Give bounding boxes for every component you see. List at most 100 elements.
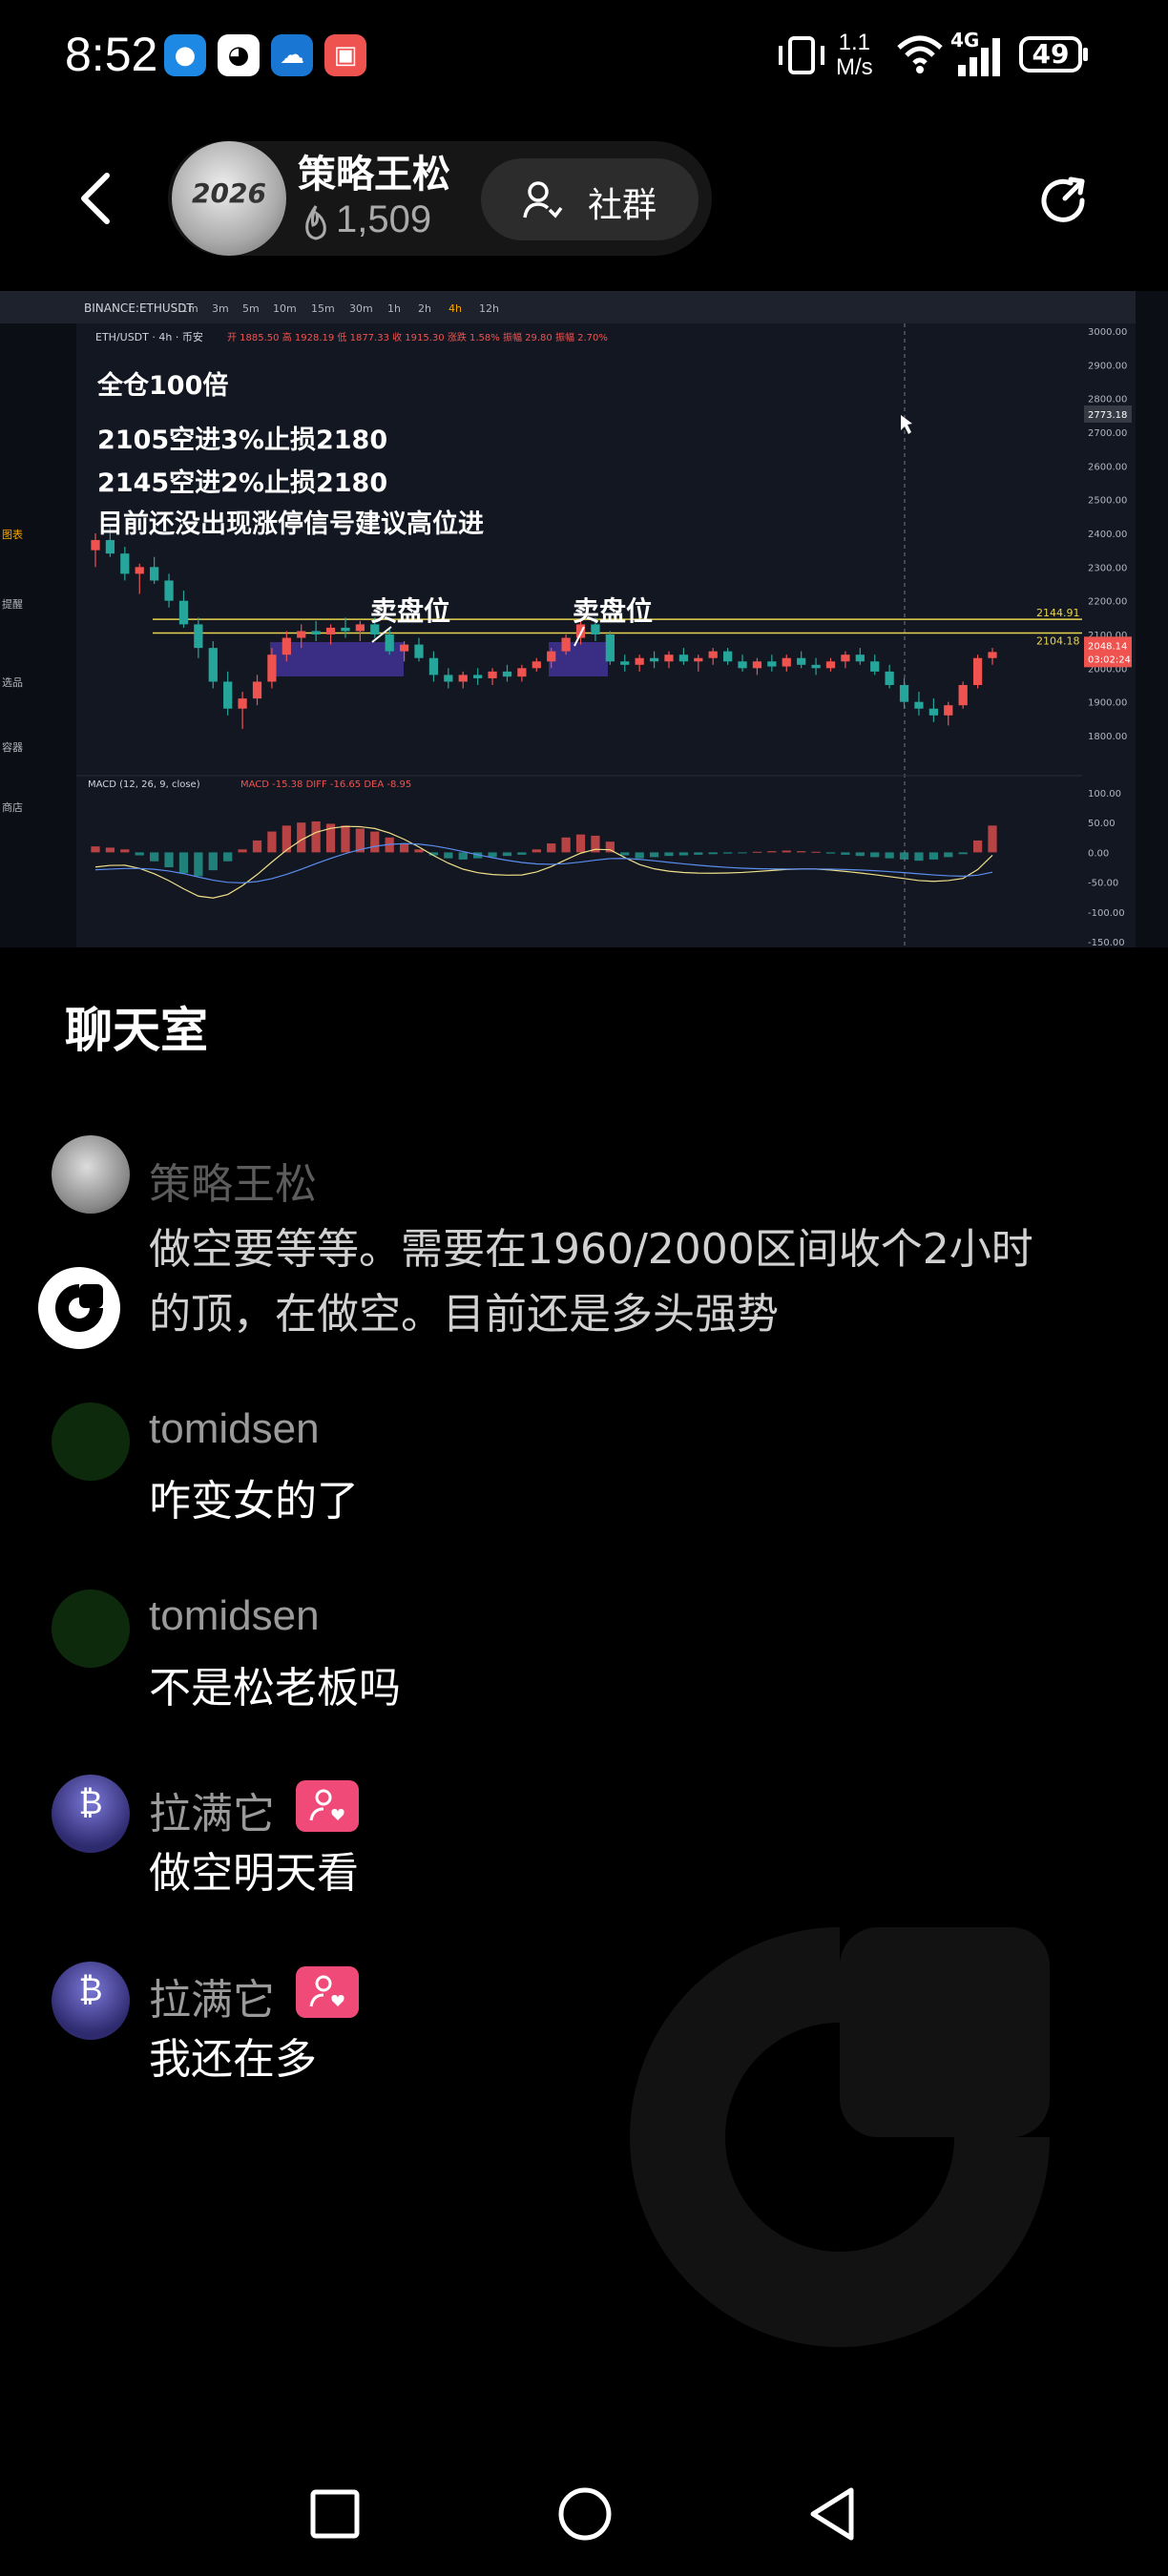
macd-bar	[458, 852, 468, 860]
macd-bar	[914, 852, 924, 862]
macd-dea-line	[94, 842, 993, 883]
streamer-avatar[interactable]: 2026	[172, 141, 286, 256]
sell-zone-label-2: 卖盘位	[573, 595, 653, 627]
candle-body	[341, 627, 350, 632]
timeframe-option[interactable]: 2h	[418, 302, 431, 315]
candle-body	[678, 654, 689, 662]
signal-icon	[958, 38, 1000, 76]
annotation-line-4: 目前还没出现涨停信号建议高位进	[97, 509, 484, 539]
fan-badge	[296, 1780, 359, 1832]
sell-zone-2	[549, 642, 608, 676]
macd-bar	[238, 849, 247, 853]
candle-body	[988, 652, 997, 658]
macd-bar	[708, 852, 718, 855]
recent-apps-icon[interactable]	[309, 2488, 361, 2540]
chat-username[interactable]: tomidsen	[149, 1592, 320, 1640]
timeframe-option[interactable]: 1h	[387, 302, 401, 315]
macd-bar	[178, 852, 189, 874]
macd-bar	[532, 849, 541, 853]
macd-bar	[899, 852, 909, 860]
timeframe-option[interactable]: 12h	[479, 302, 499, 315]
candle-body	[458, 675, 468, 682]
red-app-icon: ▣	[324, 34, 366, 76]
level-label-lower: 2104.18	[1036, 635, 1080, 648]
sell-zone-label-1: 卖盘位	[370, 595, 450, 627]
back-arrow-icon[interactable]	[76, 172, 115, 225]
macd-tick-label: -100.00	[1088, 908, 1125, 919]
app-logo-icon[interactable]	[36, 1265, 122, 1351]
chat-username[interactable]: tomidsen	[149, 1405, 320, 1453]
macd-bar	[561, 837, 571, 853]
share-icon[interactable]	[1038, 174, 1092, 227]
timeframe-option[interactable]: 3m	[212, 302, 229, 315]
chat-avatar[interactable]: ₿	[52, 1775, 130, 1853]
chat-avatar[interactable]	[52, 1402, 130, 1481]
timeframe-option[interactable]: 10m	[273, 302, 297, 315]
chart-symbol: BINANCE:ETHUSDT	[84, 301, 195, 315]
candle-body	[782, 657, 791, 667]
timeframe-option[interactable]: 15m	[311, 302, 335, 315]
candle-body	[385, 634, 394, 652]
price-tick-label: 2300.00	[1088, 563, 1127, 573]
chat-message-line: 的顶，在做空。目前还是多头强势	[149, 1290, 779, 1339]
back-icon[interactable]	[807, 2486, 857, 2542]
macd-bar	[267, 831, 277, 853]
chat-avatar[interactable]	[52, 1135, 130, 1214]
candle-body	[914, 701, 924, 709]
community-person-icon	[523, 181, 563, 218]
timeframe-option[interactable]: 5m	[242, 302, 260, 315]
macd-bar	[341, 825, 350, 853]
candle-body	[723, 651, 733, 662]
system-nav-bar	[0, 2442, 1168, 2576]
timeframe-option[interactable]: 1m	[181, 302, 198, 315]
candle-body	[944, 705, 953, 716]
timeframe-option[interactable]: 4h	[448, 302, 462, 315]
chat-username[interactable]: 拉满它	[149, 1779, 275, 1840]
candle-body	[605, 634, 615, 662]
chat-avatar[interactable]: ₿	[52, 1962, 130, 2040]
macd-bar	[825, 852, 836, 854]
candle-body	[267, 654, 277, 682]
heart-person-icon	[309, 1789, 344, 1821]
macd-values: MACD -15.38 DIFF -16.65 DEA -8.95	[240, 779, 411, 790]
annotation-line-2: 2105空进3%止损2180	[97, 425, 387, 455]
candle-body	[428, 657, 439, 675]
candle-body	[355, 624, 365, 632]
timeframe-option[interactable]: 30m	[349, 302, 373, 315]
crosshair-price: 2773.18	[1088, 410, 1127, 421]
fan-badge	[296, 1966, 359, 2018]
macd-bar	[767, 851, 777, 853]
candle-body	[532, 661, 541, 669]
macd-bar	[517, 852, 527, 855]
macd-bar	[972, 840, 983, 853]
chat-message: 做空明天看	[149, 1849, 359, 1898]
home-icon[interactable]	[557, 2486, 613, 2542]
chat-message: 不是松老板吗	[149, 1664, 401, 1713]
candle-body	[708, 651, 718, 658]
candle-body	[473, 675, 483, 678]
candle-body	[870, 661, 880, 672]
status-bar: 8:52 ● ◕ ☁ ▣ 1.1 M/s 4G 49	[0, 0, 1168, 114]
chat-username[interactable]: 拉满它	[149, 1965, 275, 2026]
macd-bar	[399, 843, 409, 853]
chat-message-line: 做空要等等。需要在1960/2000区间收个2小时	[149, 1225, 1033, 1274]
macd-bar	[502, 852, 512, 857]
chat-avatar[interactable]	[52, 1589, 130, 1668]
candle-body	[178, 600, 189, 625]
chat-username[interactable]: 策略王松	[149, 1150, 317, 1211]
price-axis: 3000.00 2900.00 2800.00 2700.00 2600.00 2500.…	[1088, 327, 1127, 742]
macd-bar	[752, 851, 762, 853]
macd-bar	[135, 852, 144, 856]
macd-bar	[223, 852, 233, 862]
candle-body	[958, 685, 968, 706]
macd-axis: 100.00 50.00 0.00 -50.00 -100.00 -150.00	[1088, 789, 1125, 947]
chart-left-toolstrip	[0, 323, 76, 947]
macd-bar	[678, 852, 689, 856]
candle-body	[797, 657, 806, 665]
candle-body	[767, 661, 777, 667]
macd-bar	[797, 851, 806, 853]
annotation-line-1: 全仓100倍	[96, 370, 228, 401]
candle-body	[517, 668, 527, 677]
flame-icon	[305, 205, 326, 240]
candle-body	[105, 540, 115, 554]
